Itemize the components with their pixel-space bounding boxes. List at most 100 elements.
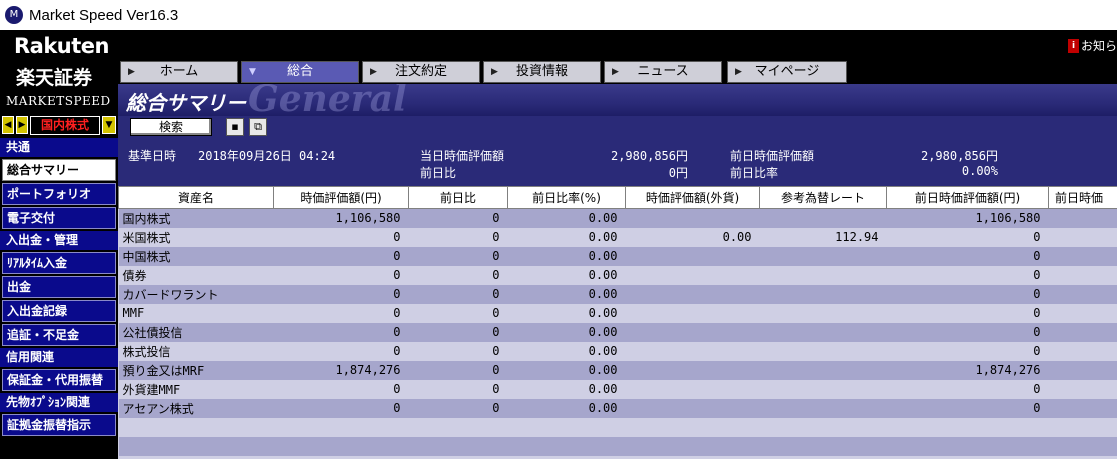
table-empty-cell: [625, 417, 760, 437]
save-icon[interactable]: ▪: [226, 118, 244, 136]
sidebar-item-margin-transfer[interactable]: 証拠金振替指示: [2, 414, 116, 436]
table-empty-cell: [1048, 436, 1117, 456]
table-cell: 0: [886, 322, 1049, 342]
window-titlebar: M Market Speed Ver16.3: [0, 0, 1117, 30]
column-header[interactable]: 時価評価額(円): [273, 186, 409, 209]
brand-line1: Rakuten: [14, 34, 110, 58]
table-cell: [1048, 322, 1117, 342]
table-row[interactable]: 米国株式 0 0 0.00 0.00 112.94 0: [118, 227, 1117, 247]
table-cell: [625, 246, 760, 266]
copy-icon[interactable]: ⧉: [249, 118, 267, 136]
table-empty-cell: [507, 436, 626, 456]
chevron-down-icon[interactable]: ▼: [102, 116, 116, 134]
sidebar-item-withdrawal[interactable]: 出金: [2, 276, 116, 298]
table-cell: 債券: [118, 265, 274, 285]
table-empty-cell: [1048, 417, 1117, 437]
table-cell: [759, 246, 887, 266]
table-cell: 0.00: [507, 341, 626, 361]
table-row[interactable]: カバードワラント 0 0 0.00 0: [118, 284, 1117, 304]
tab-investment-info[interactable]: ▶ 投資情報: [483, 61, 601, 83]
tab-orders[interactable]: ▶ 注文約定: [362, 61, 480, 83]
table-empty-cell: [118, 417, 274, 437]
table-cell: 1,874,276: [273, 360, 409, 380]
sidebar-item-collateral-transfer[interactable]: 保証金・代用振替: [2, 369, 116, 391]
table-row[interactable]: 国内株式 1,106,580 0 0.00 1,106,580: [118, 208, 1117, 228]
column-header[interactable]: 参考為替レート: [759, 186, 887, 209]
table-cell: MMF: [118, 303, 274, 323]
column-header[interactable]: 時価評価額(外貨): [625, 186, 760, 209]
sidebar-item-summary[interactable]: 総合サマリー: [2, 159, 116, 181]
base-datetime-label: 基準日時: [128, 149, 177, 163]
sidebar-item-e-delivery[interactable]: 電子交付: [2, 207, 116, 229]
search-button[interactable]: 検索: [130, 118, 212, 136]
table-cell: [1048, 284, 1117, 304]
table-cell: [1048, 303, 1117, 323]
table-cell: アセアン株式: [118, 398, 274, 418]
tab-news[interactable]: ▶ ニュース: [604, 61, 722, 83]
left-panel: Rakuten 楽天証券 MARKETSPEED ◀ ▶ 国内株式 ▼ 共通 総…: [0, 30, 118, 459]
brand-line3: MARKETSPEED: [6, 94, 111, 108]
table-empty-cell: [625, 436, 760, 456]
tab-general[interactable]: ▼ 総合: [241, 61, 359, 83]
info-icon: i: [1067, 38, 1079, 53]
table-cell: 0: [886, 379, 1049, 399]
table-cell: [625, 398, 760, 418]
toolbar: 検索 ▪ ⧉: [118, 116, 1117, 138]
table-cell: [1048, 379, 1117, 399]
table-cell: [759, 360, 887, 380]
sidebar-section-common: 共通: [0, 138, 118, 157]
table-row[interactable]: アセアン株式 0 0 0.00 0: [118, 398, 1117, 418]
table-cell: 0: [273, 227, 409, 247]
table-cell: 0.00: [507, 322, 626, 342]
table-cell: 1,106,580: [886, 208, 1049, 228]
day-change-label: 前日比: [420, 166, 457, 180]
column-header[interactable]: 資産名: [118, 186, 274, 209]
table-row[interactable]: 外貨建MMF 0 0 0.00 0: [118, 379, 1117, 399]
table-row[interactable]: 預り金又はMRF 1,874,276 0 0.00 1,874,276: [118, 360, 1117, 380]
table-cell: [1048, 227, 1117, 247]
table-cell: [759, 303, 887, 323]
table-cell: 0: [886, 341, 1049, 361]
column-header[interactable]: 前日比: [408, 186, 508, 209]
sidebar-item-deposit-history[interactable]: 入出金記録: [2, 300, 116, 322]
page-title: 総合サマリー: [126, 91, 246, 115]
sidebar-nav: 共通 総合サマリー ポートフォリオ 電子交付 入出金・管理 ﾘｱﾙﾀｲﾑ入金 出…: [0, 138, 118, 438]
tab-home[interactable]: ▶ ホーム: [120, 61, 238, 83]
table-cell: 112.94: [759, 227, 887, 247]
table-cell: 0: [408, 398, 508, 418]
tab-mypage[interactable]: ▶ マイページ: [727, 61, 847, 83]
table-cell: [759, 265, 887, 285]
table-cell: 0.00: [507, 379, 626, 399]
table-cell: 0: [408, 303, 508, 323]
column-header[interactable]: 前日時価評価額(円): [886, 186, 1049, 209]
table-cell: [1048, 246, 1117, 266]
table-row[interactable]: 債券 0 0 0.00 0: [118, 265, 1117, 285]
next-market-arrow-icon[interactable]: ▶: [16, 116, 28, 134]
sidebar-item-portfolio[interactable]: ポートフォリオ: [2, 183, 116, 205]
table-row[interactable]: MMF 0 0 0.00 0: [118, 303, 1117, 323]
page-header: General 総合サマリー: [118, 84, 1117, 116]
tab-orders-label: 注文約定: [394, 64, 447, 79]
column-header[interactable]: 前日比率(%): [507, 186, 626, 209]
table-cell: 国内株式: [118, 208, 274, 228]
table-cell: [759, 322, 887, 342]
sidebar-item-margin-call[interactable]: 追証・不足金: [2, 324, 116, 346]
notice-link[interactable]: i お知ら: [1067, 37, 1117, 54]
table-row[interactable]: 公社債投信 0 0 0.00 0: [118, 322, 1117, 342]
table-row[interactable]: 株式投信 0 0 0.00 0: [118, 341, 1117, 361]
table-cell: 0: [408, 246, 508, 266]
table-empty-cell: [408, 436, 508, 456]
sidebar-item-realtime-deposit[interactable]: ﾘｱﾙﾀｲﾑ入金: [2, 252, 116, 274]
table-row[interactable]: 中国株式 0 0 0.00 0: [118, 246, 1117, 266]
column-header[interactable]: 前日時価: [1048, 186, 1117, 209]
table-cell: 外貨建MMF: [118, 379, 274, 399]
table-cell: 0: [886, 303, 1049, 323]
table-cell: 株式投信: [118, 341, 274, 361]
market-select[interactable]: 国内株式: [30, 115, 100, 135]
main-tabs: ▶ ホーム ▼ 総合 ▶ 注文約定 ▶ 投資情報 ▶ ニュース ▶ マイページ: [118, 60, 1117, 84]
sidebar-section-futures: 先物ｵﾌﾟｼｮﾝ関連: [0, 393, 118, 412]
tab-general-label: 総合: [286, 64, 313, 79]
table-empty-cell: [759, 417, 887, 437]
prev-market-arrow-icon[interactable]: ◀: [2, 116, 14, 134]
table-cell: 0.00: [507, 246, 626, 266]
